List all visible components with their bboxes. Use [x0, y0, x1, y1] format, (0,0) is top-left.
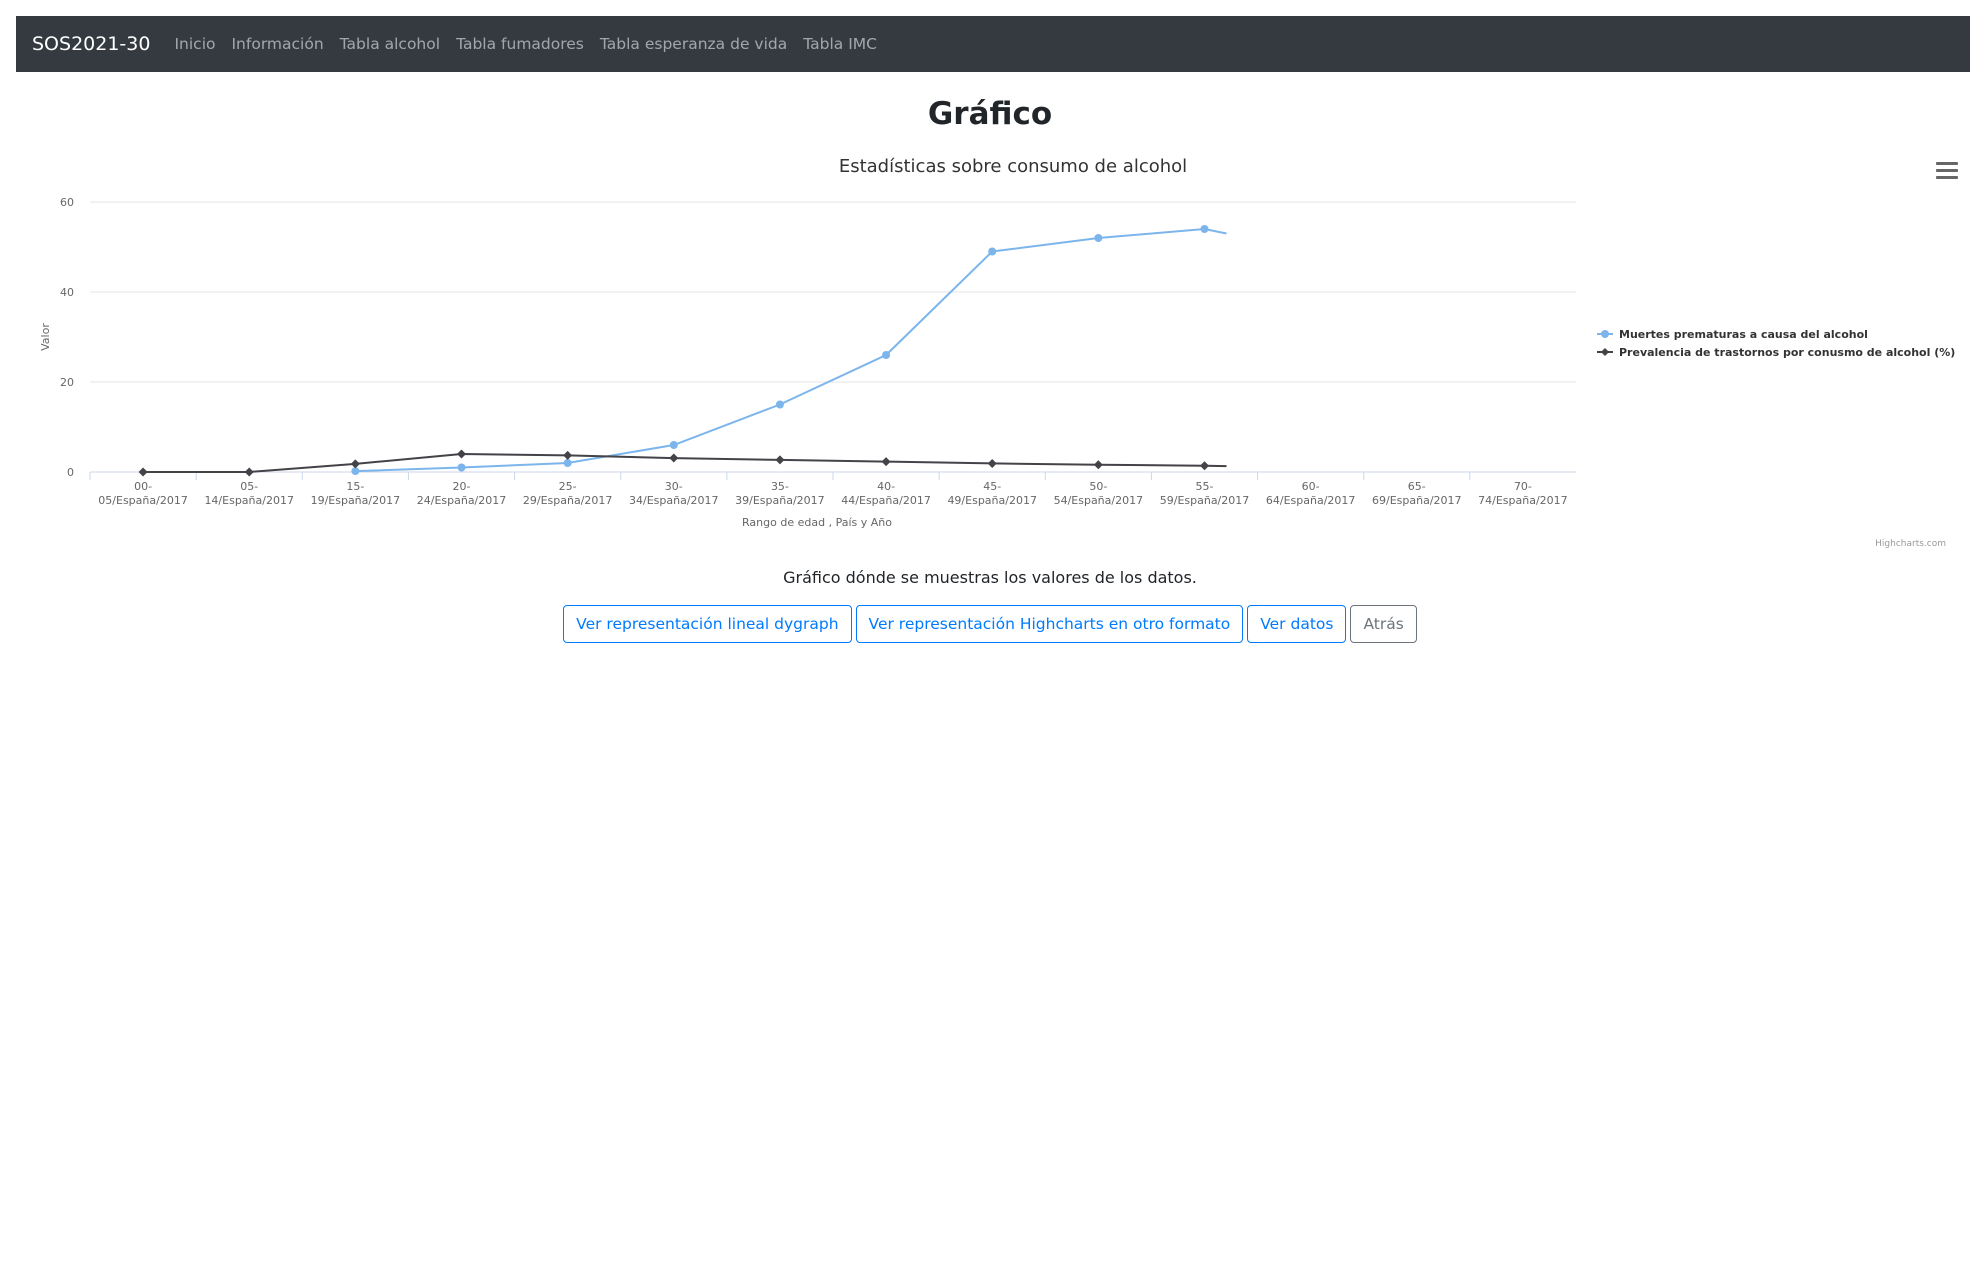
view-data-button[interactable]: Ver datos: [1247, 605, 1347, 643]
nav-link-informacion[interactable]: Información: [231, 35, 323, 53]
x-tick-label: 59/España/2017: [1160, 494, 1250, 507]
x-tick-label: 30-: [665, 480, 683, 493]
x-tick-label: 44/España/2017: [841, 494, 931, 507]
button-row: Ver representación lineal dygraph Ver re…: [0, 605, 1980, 643]
data-point: [350, 459, 360, 469]
y-tick-label: 40: [60, 286, 74, 299]
series-line-2: [143, 452, 1227, 473]
data-point: [1200, 225, 1209, 233]
x-tick-label: 14/España/2017: [204, 494, 294, 507]
legend-symbol-marker: [1601, 330, 1609, 338]
data-point: [987, 458, 997, 468]
x-tick-label: 24/España/2017: [417, 494, 507, 507]
chart-title: Estadísticas sobre consumo de alcohol: [839, 156, 1187, 177]
data-point: [1094, 234, 1103, 242]
nav-link-tabla-esperanza-de-vida[interactable]: Tabla esperanza de vida: [600, 35, 787, 53]
data-point: [1200, 461, 1209, 471]
legend-symbol-marker: [1601, 348, 1609, 356]
back-button[interactable]: Atrás: [1350, 605, 1417, 643]
data-point: [1093, 460, 1103, 470]
x-axis-label: Rango de edad , País y Año: [742, 516, 892, 529]
y-tick-label: 60: [60, 196, 74, 209]
data-point: [138, 467, 148, 477]
x-tick-label: 19/España/2017: [311, 494, 401, 507]
data-point: [988, 247, 997, 256]
x-tick-label: 20-: [453, 480, 471, 493]
y-tick-label: 0: [67, 466, 74, 479]
x-tick-label: 05/España/2017: [98, 494, 188, 507]
nav-link-inicio[interactable]: Inicio: [174, 35, 215, 53]
x-tick-label: 25-: [559, 480, 577, 493]
y-tick-label: 20: [60, 376, 74, 389]
x-tick-label: 00-: [134, 480, 152, 493]
page-title: Gráfico: [927, 96, 1053, 132]
data-point: [881, 457, 891, 467]
legend-item-label: Prevalencia de trastornos por conusmo de…: [1619, 346, 1955, 359]
x-tick-label: 35-: [771, 480, 789, 493]
highcharts-other-format-button[interactable]: Ver representación Highcharts en otro fo…: [855, 605, 1244, 643]
data-point: [775, 400, 784, 409]
legend-item-label: Muertes prematuras a causa del alcohol: [1619, 328, 1868, 341]
data-point: [882, 351, 891, 359]
x-tick-label: 49/España/2017: [947, 494, 1037, 507]
x-tick-label: 74/España/2017: [1478, 494, 1568, 507]
data-point: [457, 449, 466, 459]
data-point: [563, 450, 573, 460]
x-tick-label: 05-: [240, 480, 258, 493]
dygraph-button[interactable]: Ver representación lineal dygraph: [563, 605, 852, 643]
data-point: [669, 453, 679, 463]
x-tick-label: 54/España/2017: [1054, 494, 1144, 507]
chart-container: Estadísticas sobre consumo de alcohol 0 20…: [16, 148, 1970, 558]
x-tick-label: 39/España/2017: [735, 494, 825, 507]
y-axis-label: Valor: [39, 323, 52, 351]
x-tick-label: 69/España/2017: [1372, 494, 1462, 507]
data-point: [457, 463, 466, 472]
data-point: [669, 441, 678, 449]
x-tick-label: 70-: [1514, 480, 1532, 493]
brand-link[interactable]: SOS2021-30: [32, 33, 150, 55]
chart-menu-icon[interactable]: [1936, 162, 1958, 180]
x-tick-label: 55-: [1196, 480, 1214, 493]
x-tick-label: 15-: [346, 480, 364, 493]
nav-link-tabla-fumadores[interactable]: Tabla fumadores: [456, 35, 584, 53]
x-tick-label: 34/España/2017: [629, 494, 719, 507]
chart-caption: Gráfico dónde se muestras los valores de…: [783, 568, 1197, 587]
nav-link-tabla-alcohol[interactable]: Tabla alcohol: [340, 35, 440, 53]
nav-link-tabla-imc[interactable]: Tabla IMC: [803, 35, 877, 53]
x-tick-label: 60-: [1302, 480, 1320, 493]
line-chart: Estadísticas sobre consumo de alcohol 0 20…: [39, 156, 1955, 549]
x-tick-label: 65-: [1408, 480, 1426, 493]
series-line-1: [355, 227, 1227, 473]
x-tick-label: 45-: [983, 480, 1001, 493]
data-point: [244, 467, 254, 477]
data-point: [775, 455, 785, 465]
navbar: SOS2021-30 Inicio Información Tabla alco…: [16, 16, 1970, 72]
x-tick-label: 40-: [877, 480, 895, 493]
data-point: [563, 459, 572, 467]
credits-link: Highcharts.com: [1875, 539, 1946, 549]
x-tick-label: 50-: [1089, 480, 1107, 493]
x-tick-label: 64/España/2017: [1266, 494, 1356, 507]
x-tick-label: 29/España/2017: [523, 494, 613, 507]
